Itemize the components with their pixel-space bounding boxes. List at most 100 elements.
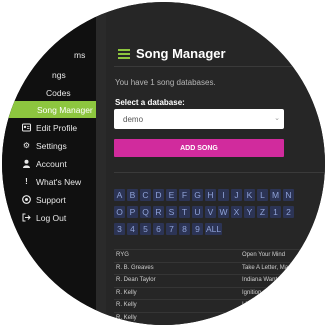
letter-filter-button[interactable]: Z [257, 206, 268, 218]
letter-filter-button[interactable]: H [205, 189, 216, 201]
letter-filter-button[interactable]: P [127, 206, 138, 218]
letter-filter-button[interactable]: 9 [192, 223, 203, 235]
table-row[interactable]: R. Dean Taylor Indiana Wants Me [114, 274, 325, 287]
letter-filter-button[interactable]: M [270, 189, 281, 201]
sidebar-item-support[interactable]: Support [2, 191, 96, 208]
table-row[interactable]: R. Kelly I Believe I Can [114, 299, 325, 312]
user-icon [22, 159, 31, 168]
letter-filter-button[interactable]: U [192, 206, 203, 218]
letter-filter-button[interactable]: F [179, 189, 190, 201]
song-artist: R. Kelly [116, 314, 137, 321]
sidebar-item-account[interactable]: Account [2, 155, 96, 172]
sidebar-item-log-out[interactable]: Log Out [2, 209, 96, 226]
sidebar-item-label: ngs [52, 69, 66, 80]
letter-filter-button[interactable]: V [205, 206, 216, 218]
letter-filter-button[interactable]: X [231, 206, 242, 218]
sidebar-item-edit-profile[interactable]: Edit Profile [2, 119, 96, 136]
database-select-value: demo [123, 114, 144, 124]
database-select[interactable]: demo ⌄ [114, 109, 284, 129]
list-icon [118, 48, 130, 59]
letter-filter-button[interactable]: S [166, 206, 177, 218]
sidebar-item-label: Account [36, 158, 67, 169]
letter-filter-button[interactable]: Q [140, 206, 151, 218]
gear-icon: ⚙ [22, 141, 31, 150]
letter-filter-button[interactable]: R [153, 206, 164, 218]
letter-row: 3 4 5 6 7 8 9 ALL [114, 223, 304, 235]
sidebar-item-0[interactable]: ms [2, 46, 96, 63]
letter-filter-button[interactable]: W [218, 206, 229, 218]
song-artist: R. Kelly [116, 302, 137, 308]
letter-filter-button[interactable]: 4 [127, 223, 138, 235]
add-song-button[interactable]: ADD SONG [114, 139, 284, 157]
table-row[interactable]: R. B. Greaves Take A Letter, Maria [114, 261, 325, 275]
song-title: Indiana Wants Me [242, 277, 291, 283]
song-artist: R. B. Greaves [116, 264, 154, 271]
letter-filter-button[interactable]: T [179, 206, 190, 218]
song-title: Take A Letter, Maria [242, 264, 295, 271]
select-database-label: Select a database: [115, 98, 185, 107]
letter-row: OPQRSTUVWXYZ12 [114, 206, 304, 218]
letter-filter-button[interactable]: N [283, 189, 294, 201]
exclamation-icon: ! [25, 177, 28, 186]
sidebar-item-label: Support [36, 194, 66, 205]
section-divider [114, 172, 325, 173]
sidebar-item-settings[interactable]: ⚙ Settings [2, 137, 96, 154]
letter-filter-button[interactable]: 3 [114, 223, 125, 235]
header-divider [114, 66, 325, 67]
letter-filter-button[interactable]: 1 [270, 206, 281, 218]
page-title: Song Manager [136, 46, 226, 61]
sidebar: ms ngs Codes Song Manager Edit Profile ⚙… [2, 2, 96, 325]
letter-filter-button[interactable]: 7 [166, 223, 177, 235]
letter-filter-button[interactable]: 2 [283, 206, 294, 218]
table-row[interactable]: R. Kelly Ignition (Remix) [114, 286, 325, 300]
sidebar-item-label: Codes [46, 87, 71, 98]
letter-filter-button[interactable]: 5 [140, 223, 151, 235]
profile-icon [22, 123, 31, 132]
song-artist: R. Dean Taylor [116, 277, 156, 283]
logout-icon [22, 213, 31, 222]
sidebar-item-label: Edit Profile [36, 122, 78, 133]
letter-filter-button[interactable]: C [140, 189, 151, 201]
letter-filter-button[interactable]: D [153, 189, 164, 201]
letter-row: ABCDEFGHIJKLMN [114, 189, 304, 201]
letter-filter: A B C D E F G H I J K L M N O P Q R S T U V W X Y Z 1 2 3 4 5 6 7 8 9 ALL [114, 189, 304, 240]
sidebar-item-label: Song Manager [37, 104, 93, 115]
page-header: Song Manager [118, 46, 226, 61]
sidebar-item-whats-new[interactable]: ! What's New [2, 173, 96, 190]
song-title: Bump [242, 314, 258, 321]
song-artist: RYG [116, 252, 129, 258]
letter-filter-button[interactable]: E [166, 189, 177, 201]
table-row[interactable]: RYG Open Your Mind [114, 249, 325, 262]
letter-filter-button[interactable]: B [127, 189, 138, 201]
sidebar-item-1[interactable]: ngs [2, 66, 96, 83]
database-count-text: You have 1 song databases. [115, 78, 216, 87]
support-icon [22, 195, 31, 204]
letter-filter-button[interactable]: I [218, 189, 229, 201]
letter-filter-button[interactable]: K [244, 189, 255, 201]
letter-filter-button[interactable]: J [231, 189, 242, 201]
song-title: I Believe I Can [242, 302, 282, 308]
letter-filter-button[interactable]: 8 [179, 223, 190, 235]
song-title: Open Your Mind [242, 252, 286, 258]
sidebar-item-label: Settings [36, 140, 67, 151]
main-content: Song Manager You have 1 song databases. … [106, 2, 325, 325]
sidebar-item-label: ms [74, 49, 86, 60]
letter-filter-button[interactable]: L [257, 189, 268, 201]
letter-filter-button[interactable]: Y [244, 206, 255, 218]
song-list: RYG Open Your Mind R. B. Greaves Take A Let… [114, 249, 325, 324]
song-artist: R. Kelly [116, 289, 137, 296]
letter-filter-button[interactable]: G [192, 189, 203, 201]
letter-filter-button[interactable]: ALL [205, 223, 223, 235]
sidebar-item-label: What's New [36, 176, 82, 187]
chevron-down-icon: ⌄ [274, 115, 280, 122]
sidebar-divider [96, 2, 106, 325]
sidebar-item-song-manager[interactable]: Song Manager [2, 101, 96, 118]
song-title: Ignition (Remix) [242, 289, 285, 296]
sidebar-item-2[interactable]: Codes [2, 84, 96, 101]
sidebar-item-label: Log Out [36, 212, 67, 223]
letter-filter-button[interactable]: O [114, 206, 125, 218]
table-row[interactable]: R. Kelly Bump [114, 311, 325, 325]
letter-filter-button[interactable]: A [114, 189, 125, 201]
app-viewport: ms ngs Codes Song Manager Edit Profile ⚙… [2, 2, 325, 325]
letter-filter-button[interactable]: 6 [153, 223, 164, 235]
